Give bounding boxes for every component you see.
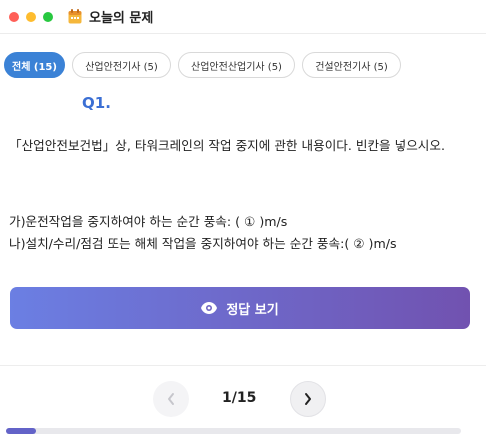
tab-industrial-safety-engineer[interactable]: 산업안전기사 (5) <box>72 52 171 78</box>
chevron-left-icon <box>168 393 174 405</box>
question-number: Q1. <box>82 94 111 112</box>
eye-icon <box>201 302 218 314</box>
previous-button[interactable] <box>153 381 189 417</box>
category-tabs: 전체 (15) 산업안전기사 (5) 산업안전산업기사 (5) 건설안전기사 (… <box>4 52 408 78</box>
title-bar: 오늘의 문제 <box>0 0 486 34</box>
question-text: 「산업안전보건법」상, 타워크레인의 작업 중지에 관한 내용이다. 빈칸을 넣… <box>9 138 445 153</box>
progress-fill <box>6 428 37 434</box>
show-answer-button[interactable]: 정답 보기 <box>10 287 470 329</box>
tab-construction-safety-engineer[interactable]: 건설안전기사 (5) <box>302 52 401 78</box>
close-window-button[interactable] <box>9 11 19 22</box>
question-options: 가)운전작업을 중지하여야 하는 순간 풍속: ( ① )m/s 나)설치/수리… <box>9 211 479 255</box>
page-indicator: 1/15 <box>222 390 257 406</box>
tab-industrial-safety-industrial-engineer[interactable]: 산업안전산업기사 (5) <box>178 52 295 78</box>
option-item: 나)설치/수리/점검 또는 해체 작업을 중지하여야 하는 순간 풍속:( ② … <box>9 236 397 251</box>
minimize-window-button[interactable] <box>26 11 36 22</box>
window-title: 오늘의 문제 <box>89 11 154 26</box>
progress-bar <box>6 428 461 434</box>
tab-all[interactable]: 전체 (15) <box>4 52 65 78</box>
divider <box>0 365 486 366</box>
option-item: 가)운전작업을 중지하여야 하는 순간 풍속: ( ① )m/s <box>9 214 288 229</box>
next-button[interactable] <box>290 381 326 417</box>
show-answer-label: 정답 보기 <box>226 302 279 318</box>
maximize-window-button[interactable] <box>43 11 53 22</box>
calendar-icon <box>68 9 82 24</box>
chevron-right-icon <box>305 393 311 405</box>
